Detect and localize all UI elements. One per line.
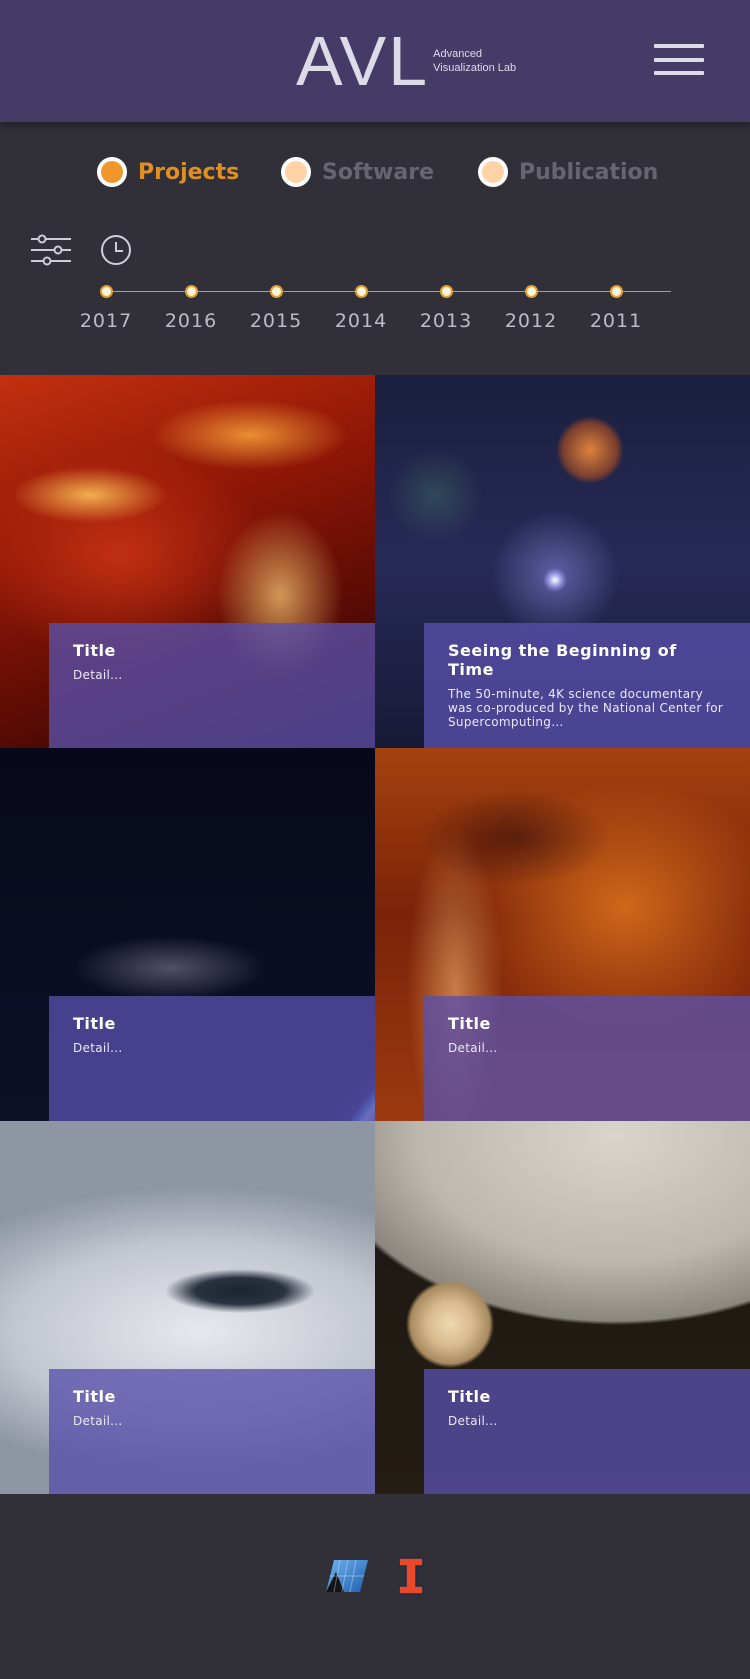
project-caption: Title Detail...: [49, 623, 375, 748]
project-detail: Detail...: [73, 1041, 123, 1055]
tab-radio-dot: [281, 157, 311, 187]
tab-radio-dot: [478, 157, 508, 187]
clock-icon[interactable]: [100, 234, 132, 266]
project-caption: Title Detail...: [49, 1369, 375, 1494]
project-detail: Detail...: [73, 1414, 123, 1428]
project-card[interactable]: Seeing the Beginning of Time The 50-minu…: [375, 375, 750, 748]
project-grid: Title Detail... Seeing the Beginning of …: [0, 375, 750, 1494]
tab-radio-dot: [97, 157, 127, 187]
footer-logos: [0, 1555, 750, 1597]
logo-subtitle-line1: Advanced: [433, 48, 483, 60]
tab-label: Projects: [138, 159, 240, 185]
project-title: Title: [448, 1014, 491, 1033]
timeline-year-2012[interactable]: 2012: [501, 280, 561, 340]
timeline-year-label: 2012: [504, 310, 558, 332]
project-title: Title: [73, 1014, 116, 1033]
timeline-dot: [100, 285, 113, 298]
project-title: Title: [448, 1387, 491, 1406]
project-card[interactable]: Title Detail...: [375, 1121, 750, 1494]
hamburger-menu-icon[interactable]: [654, 44, 704, 78]
project-card[interactable]: Title Detail...: [0, 748, 375, 1121]
timeline-year-label: 2011: [589, 310, 643, 332]
timeline-year-2017[interactable]: 2017: [76, 280, 136, 340]
project-title: Title: [73, 1387, 116, 1406]
timeline-year-2015[interactable]: 2015: [246, 280, 306, 340]
timeline-year-label: 2013: [419, 310, 473, 332]
filter-sliders-icon[interactable]: [31, 234, 71, 266]
project-caption: Title Detail...: [49, 996, 375, 1121]
project-detail: Detail...: [448, 1041, 498, 1055]
project-detail: Detail...: [73, 668, 123, 682]
timeline-dot: [185, 285, 198, 298]
timeline-year-2013[interactable]: 2013: [416, 280, 476, 340]
timeline-dot: [610, 285, 623, 298]
category-tabs: Projects Software Publication: [0, 152, 750, 192]
project-card[interactable]: Title Detail...: [375, 748, 750, 1121]
year-timeline: 2017 2016 2015 2014 2013 2012 2011: [0, 280, 750, 340]
timeline-dot: [525, 285, 538, 298]
logo-mark: AVL: [296, 22, 430, 100]
project-caption: Title Detail...: [424, 1369, 750, 1494]
tab-label: Publication: [519, 159, 659, 185]
tab-projects[interactable]: Projects: [97, 152, 239, 192]
logo-subtitle-line2: Visualization Lab: [433, 62, 517, 74]
logo-subtitle: Advanced Visualization Lab: [433, 47, 516, 75]
project-caption: Title Detail...: [424, 996, 750, 1121]
project-title: Seeing the Beginning of Time: [448, 641, 677, 679]
timeline-dot: [355, 285, 368, 298]
timeline-year-label: 2017: [79, 310, 133, 332]
project-card[interactable]: Title Detail...: [0, 1121, 375, 1494]
project-detail: The 50-minute, 4K science documentary wa…: [448, 687, 724, 729]
avl-logo[interactable]: AVL Advanced Visualization Lab: [296, 26, 516, 96]
timeline-year-2011[interactable]: 2011: [586, 280, 646, 340]
project-detail: Detail...: [448, 1414, 498, 1428]
tab-publication[interactable]: Publication: [478, 152, 658, 192]
timeline-year-label: 2015: [249, 310, 303, 332]
project-caption: Seeing the Beginning of Time The 50-minu…: [424, 623, 750, 748]
ncsa-logo-icon[interactable]: [326, 1558, 368, 1594]
timeline-dot: [270, 285, 283, 298]
timeline-year-2014[interactable]: 2014: [331, 280, 391, 340]
tab-software[interactable]: Software: [281, 152, 434, 192]
illinois-block-i-icon[interactable]: [398, 1557, 424, 1595]
timeline-dot: [440, 285, 453, 298]
timeline-year-label: 2014: [334, 310, 388, 332]
project-card[interactable]: Title Detail...: [0, 375, 375, 748]
app-header: AVL Advanced Visualization Lab: [0, 0, 750, 122]
tab-label: Software: [322, 159, 434, 185]
timeline-year-label: 2016: [164, 310, 218, 332]
timeline-year-2016[interactable]: 2016: [161, 280, 221, 340]
project-title: Title: [73, 641, 116, 660]
